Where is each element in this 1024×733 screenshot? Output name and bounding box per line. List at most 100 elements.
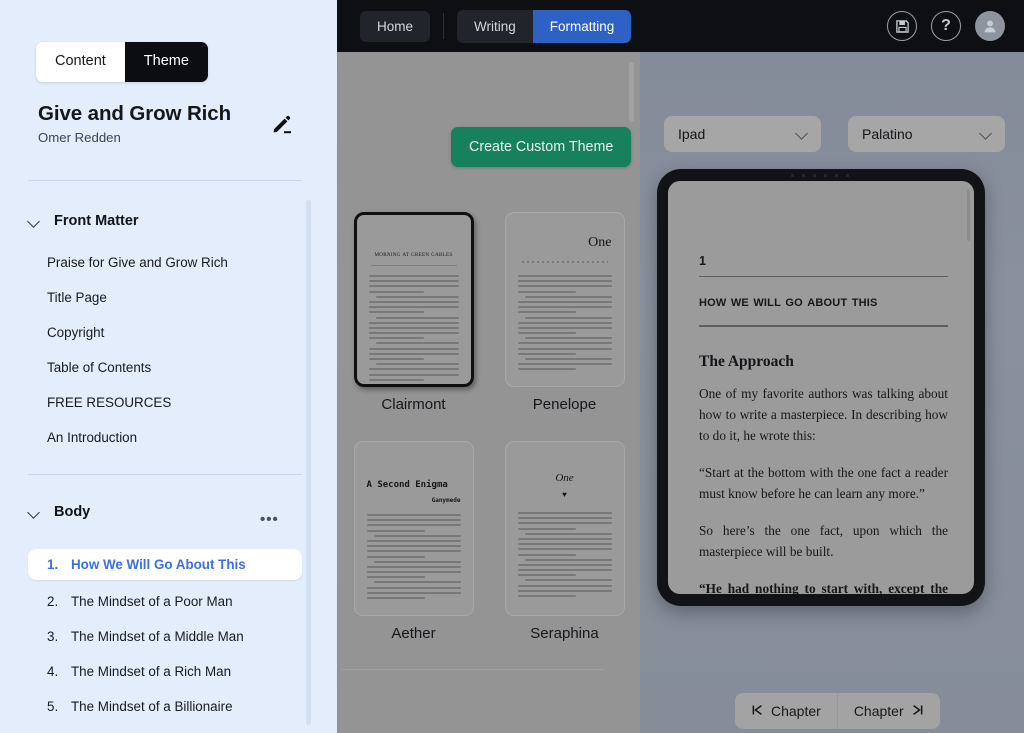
app-root: Content Theme Give and Grow Rich Omer Re… [0,0,1024,733]
theme-grid: Morning at Green Gables Clairmont [338,212,640,642]
account-avatar-icon[interactable] [975,11,1005,41]
pencil-icon[interactable] [270,112,294,136]
page-chapter-title: How We Will Go About This [699,293,878,311]
sidebar-item-label: An Introduction [47,430,138,445]
chevron-down-icon [981,129,992,140]
next-chapter-label: Chapter [853,703,904,719]
sidebar-item-label: Copyright [47,325,105,340]
theme-card-heading: A Second Enigma [366,480,448,490]
theme-card-clairmont[interactable]: Morning at Green Gables [353,212,474,387]
section-header-front-matter[interactable]: Front Matter [28,213,139,229]
theme-card-seraphina[interactable]: One ♥ [504,441,625,616]
theme-cell-penelope: One Penelope [489,212,640,413]
theme-cell-seraphina: One ♥ Seraphina [489,441,640,642]
sidebar-chapter-4[interactable]: 4. The Mindset of a Rich Man [28,656,302,687]
device-select-value: Ipad [678,126,706,142]
sidebar-divider-top [28,180,302,181]
chapter-label: The Mindset of a Billionaire [71,699,233,714]
sidebar-item-title-page[interactable]: Title Page [28,284,288,311]
chevron-down-icon [797,129,808,140]
theme-card-heading: Morning at Green Gables [374,251,453,258]
help-glyph: ? [941,17,951,34]
save-icon[interactable] [887,11,917,41]
left-sidebar: Content Theme Give and Grow Rich Omer Re… [0,0,337,733]
next-chapter-button[interactable]: Chapter [836,693,940,729]
page-number: 1 [699,254,706,268]
book-title: Give and Grow Rich [38,102,231,125]
device-preview-frame: 1 How We Will Go About This The Approach… [657,169,985,606]
skip-back-icon [751,703,763,719]
chapter-navigation: Chapter Chapter [735,693,940,729]
chapter-label: How We Will Go About This [71,557,246,572]
tab-formatting[interactable]: Formatting [532,9,632,43]
section-title-front-matter: Front Matter [54,213,139,229]
theme-card-subheading: ♥ [562,490,567,499]
font-select[interactable]: Palatino [848,116,1005,152]
sidebar-item-label: Title Page [47,290,107,305]
sidebar-chapter-2[interactable]: 2. The Mindset of a Poor Man [28,586,302,617]
content-theme-segmented-control[interactable]: Content Theme [36,42,208,82]
font-select-value: Palatino [862,126,913,142]
sidebar-item-label: FREE RESOURCES [47,395,172,410]
sidebar-item-table-of-contents[interactable]: Table of Contents [28,354,288,381]
create-custom-theme-button[interactable]: Create Custom Theme [451,127,632,167]
home-button[interactable]: Home [360,10,431,42]
section-title-body: Body [54,504,91,520]
page-paragraph: “He had nothing to start with, except th… [699,580,948,594]
toolbar-divider [443,13,445,39]
skip-forward-icon [912,703,924,719]
preview-scrollbar[interactable] [967,189,970,241]
chapter-label: The Mindset of a Rich Man [71,664,232,679]
theme-browser-panel: Create Custom Theme Morning at Green Gab… [338,52,640,733]
page-section-heading: The Approach [699,352,794,370]
previous-chapter-button[interactable]: Chapter [735,693,837,729]
page-paragraph: So here’s the one fact, upon which the m… [699,522,948,559]
chapter-label: The Mindset of a Middle Man [71,629,244,644]
section-header-body[interactable]: Body [28,504,90,520]
chapter-number: 2. [47,594,59,609]
chapter-number: 4. [47,664,59,679]
sidebar-scrollbar[interactable] [306,200,311,725]
theme-card-heading: One [555,472,574,484]
sidebar-item-label: Table of Contents [47,360,152,375]
sidebar-item-free-resources[interactable]: FREE RESOURCES [28,389,288,416]
theme-name-aether: Aether [391,625,436,642]
body-more-options-button[interactable]: ••• [260,511,279,528]
top-navigation-bar: Home Writing Formatting ? [337,0,1024,52]
help-icon[interactable]: ? [931,11,961,41]
sidebar-item-praise[interactable]: Praise for Give and Grow Rich [28,249,288,276]
sidebar-item-an-introduction[interactable]: An Introduction [28,424,288,451]
device-select[interactable]: Ipad [664,116,821,152]
page-rule-bottom [699,325,948,327]
chapter-number: 5. [47,699,59,714]
theme-card-heading: One [588,235,612,250]
device-preview-screen[interactable]: 1 How We Will Go About This The Approach… [668,181,974,594]
theme-card-aether[interactable]: A Second Enigma Ganymede [353,441,474,616]
page-paragraph: One of my favorite authors was talking a… [699,385,948,443]
mode-tab-group: Writing Formatting [457,9,632,43]
book-author: Omer Redden [38,130,121,145]
theme-name-penelope: Penelope [532,396,597,413]
sidebar-divider-bottom [28,474,302,475]
chapter-number: 3. [47,629,59,644]
page-paragraph: “Start at the bottom with the one fact a… [699,464,948,501]
sidebar-chapter-1[interactable]: 1. How We Will Go About This [28,549,302,580]
sidebar-chapter-3[interactable]: 3. The Mindset of a Middle Man [28,621,302,652]
tab-writing[interactable]: Writing [457,9,533,43]
tab-theme[interactable]: Theme [124,42,208,82]
tab-content[interactable]: Content [36,42,125,82]
device-speaker-grille-icon [791,174,851,177]
theme-card-penelope[interactable]: One [504,212,625,387]
preview-controls: Ipad Palatino [664,116,1005,152]
sidebar-chapter-5[interactable]: 5. The Mindset of a Billionaire [28,691,302,722]
theme-cell-clairmont: Morning at Green Gables Clairmont [338,212,489,413]
theme-name-clairmont: Clairmont [381,396,446,413]
theme-panel-scrollbar[interactable] [629,62,634,122]
book-page-preview: 1 How We Will Go About This The Approach… [699,254,948,594]
chapter-number: 1. [47,557,59,572]
theme-panel-divider [342,669,604,670]
sidebar-item-copyright[interactable]: Copyright [28,319,288,346]
chevron-down-icon [28,506,41,519]
chevron-down-icon [28,215,41,228]
previous-chapter-label: Chapter [771,703,821,719]
